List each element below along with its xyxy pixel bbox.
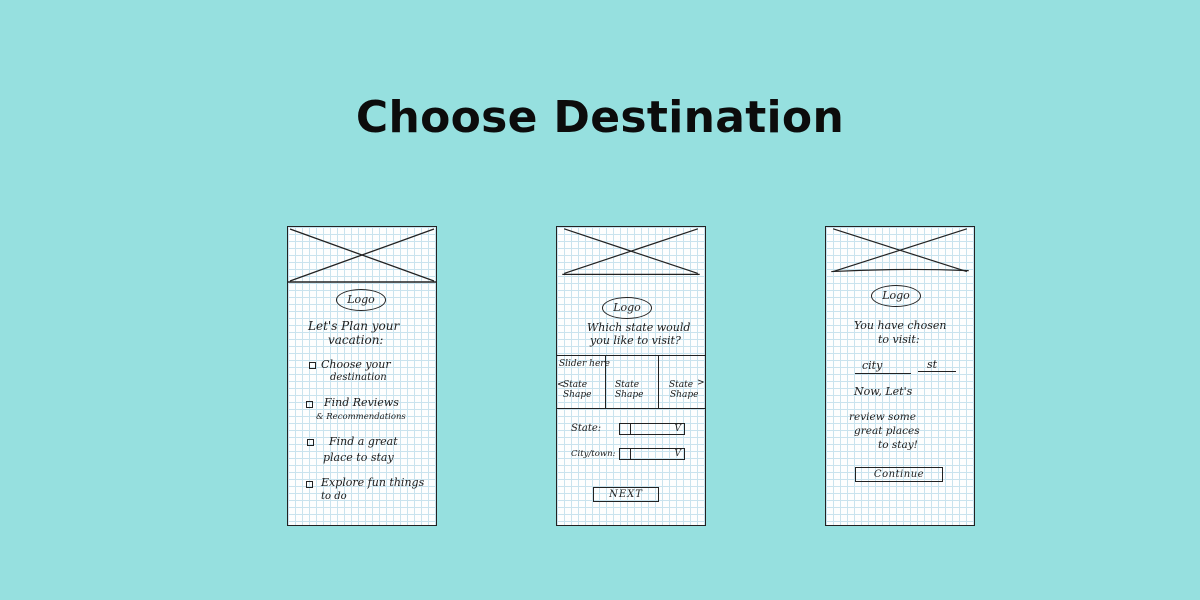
chevron-down-icon: V [674, 424, 682, 434]
checkbox-find-place-to-stay[interactable] [307, 439, 314, 446]
logo-placeholder: Logo [602, 297, 652, 319]
text-line-5: great places [854, 425, 920, 437]
chevron-down-icon: V [674, 449, 682, 459]
slide-state-shape: State [563, 380, 588, 390]
wireframe-screen-choose-state: Logo Which state would you like to visit… [556, 226, 706, 526]
text-line-3: Now, Let's [854, 385, 913, 398]
option-label-line1: Explore fun things [321, 476, 425, 489]
page-title: Choose Destination [355, 92, 845, 143]
text-line-6: to stay! [878, 439, 918, 451]
slide-state-shape: Shape [563, 390, 592, 400]
checkbox-explore-things[interactable] [306, 481, 313, 488]
wireframe-screen-confirm-destination: Logo You have chosen to visit: city st N… [825, 226, 975, 526]
hero-image-placeholder [562, 228, 700, 275]
logo-placeholder: Logo [871, 285, 921, 307]
city-underline [855, 373, 911, 375]
heading-line-2: vacation: [328, 333, 384, 347]
select-divider [630, 424, 632, 434]
select-divider [630, 449, 632, 459]
slide-state-shape: State [669, 380, 694, 390]
hero-image-placeholder [288, 228, 436, 283]
option-label-line2: to do [321, 491, 347, 502]
option-label-line2: place to stay [323, 451, 394, 464]
slide-divider [605, 356, 607, 408]
city-select[interactable]: V [619, 448, 685, 460]
continue-button[interactable]: Continue [855, 467, 943, 482]
checkbox-choose-destination[interactable] [309, 362, 316, 369]
city-label: City/town: [571, 449, 616, 459]
state-shape-slider[interactable]: Slider here < State Shape State Shape St… [557, 355, 705, 409]
option-label-line1: Choose your [321, 358, 391, 371]
logo-placeholder: Logo [336, 289, 386, 311]
slider-label: Slider here [559, 359, 610, 369]
option-label-line1: Find Reviews [324, 396, 399, 409]
state-label: State: [571, 423, 602, 434]
chosen-city: city [862, 359, 883, 372]
text-line-4: review some [849, 411, 916, 423]
slider-next-arrow[interactable]: > [697, 378, 705, 388]
checkbox-find-reviews[interactable] [306, 401, 313, 408]
next-button[interactable]: NEXT [593, 487, 659, 502]
hero-image-placeholder [831, 228, 969, 273]
option-label-line2: destination [330, 372, 387, 383]
question-line-2: you like to visit? [590, 334, 681, 347]
slide-state-shape: Shape [615, 390, 644, 400]
slide-divider [658, 356, 660, 408]
slide-state-shape: Shape [670, 390, 699, 400]
question-line-1: Which state would [587, 321, 691, 334]
chosen-state: st [927, 358, 938, 371]
state-select[interactable]: V [619, 423, 685, 435]
text-line-2: to visit: [878, 333, 920, 346]
wireframe-screen-plan-vacation: Logo Let's Plan your vacation: Choose yo… [287, 226, 437, 526]
option-label-line1: Find a great [329, 435, 398, 448]
state-underline [918, 371, 956, 373]
option-label-line2: & Recommendations [316, 412, 406, 422]
heading-line-1: Let's Plan your [308, 319, 400, 333]
slide-state-shape: State [615, 380, 640, 390]
text-line-1: You have chosen [854, 319, 947, 332]
